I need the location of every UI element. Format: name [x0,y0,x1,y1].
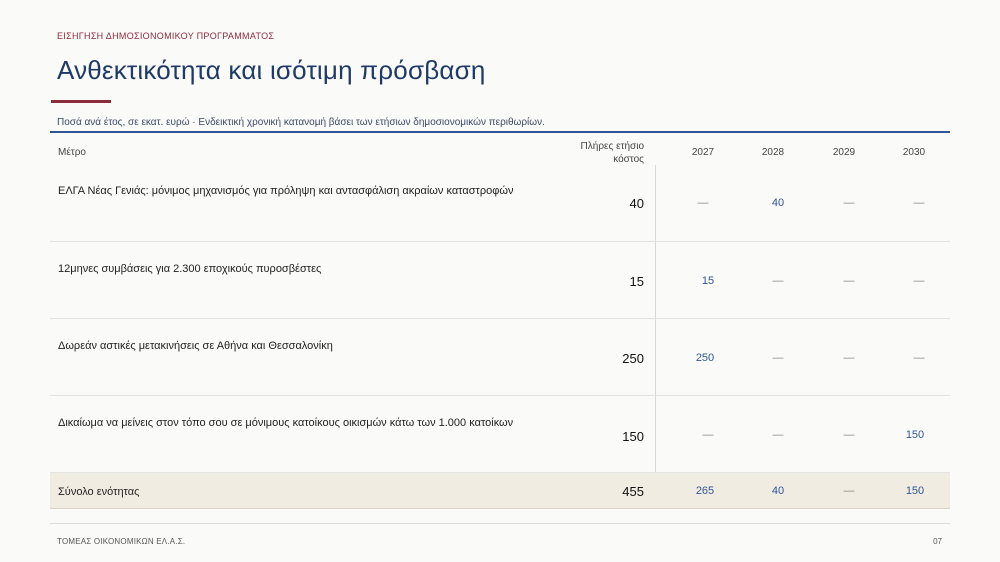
row-2028: 40 [771,197,785,209]
row-2029: — [843,429,855,441]
header-2029: 2029 [832,147,856,158]
table-row: ΕΛΓΑ Νέας Γενιάς: μόνιμος μηχανισμός για… [50,165,950,242]
header-2028: 2028 [761,147,785,158]
row-description: 12μηνες συμβάσεις για 2.300 εποχικούς πυ… [58,263,322,275]
row-2028: — [772,429,784,441]
section-eyebrow: ΕΙΣΗΓΗΣΗ ΔΗΜΟΣΙΟΝΟΜΙΚΟΥ ΠΡΟΓΡΑΜΜΑΤΟΣ [57,31,275,41]
total-label: Σύνολο ενότητας [58,486,140,498]
total-2030: 150 [905,485,925,497]
table-row: Δωρεάν αστικές μετακινήσεις σε Αθήνα και… [50,319,950,396]
row-2029: — [843,275,855,287]
row-full-cost: 40 [629,196,644,211]
total-2029: — [843,485,855,497]
row-2030: — [913,197,925,209]
footer-organization: ΤΟΜΕΑΣ ΟΙΚΟΝΟΜΙΚΩΝ ΕΛ.Α.Σ. [57,537,186,546]
page-number: 07 [933,537,942,546]
page-title: Ανθεκτικότητα και ισότιμη πρόσβαση [57,55,486,85]
table-header: Μέτρο Πλήρες ετήσιο κόστος 2027 2028 202… [50,133,950,165]
header-full-cost-line1: Πλήρες ετήσιο [580,141,644,152]
row-2027: 250 [695,352,715,364]
row-2030: 150 [905,429,925,441]
row-2029: — [843,352,855,364]
row-2029: — [843,197,855,209]
row-2027: — [697,197,709,209]
row-2028: — [772,352,784,364]
row-2028: — [772,275,784,287]
total-full-cost: 455 [622,484,644,499]
row-2027: 15 [701,275,715,287]
row-description: Δικαίωμα να μείνεις στον τόπο σου σε μόν… [58,417,514,429]
total-2028: 40 [771,485,785,497]
page-subtitle: Ποσά ανά έτος, σε εκατ. ευρώ · Ενδεικτικ… [57,117,545,128]
row-2030: — [913,352,925,364]
row-description: Δωρεάν αστικές μετακινήσεις σε Αθήνα και… [58,340,333,352]
row-2030: — [913,275,925,287]
row-full-cost: 250 [622,351,644,366]
header-2030: 2030 [902,147,926,158]
header-measure: Μέτρο [58,147,86,158]
row-2027: — [702,429,714,441]
table-row: Δικαίωμα να μείνεις στον τόπο σου σε μόν… [50,396,950,473]
row-full-cost: 15 [629,274,644,289]
row-description: ΕΛΓΑ Νέας Γενιάς: μόνιμος μηχανισμός για… [58,185,514,197]
footer-rule [50,523,950,524]
total-row: Σύνολο ενότητας 455 265 40 — 150 [50,473,950,509]
row-full-cost: 150 [622,429,644,444]
total-2027: 265 [695,485,715,497]
table-row: 12μηνες συμβάσεις για 2.300 εποχικούς πυ… [50,242,950,319]
measures-table: Μέτρο Πλήρες ετήσιο κόστος 2027 2028 202… [50,133,950,509]
header-2027: 2027 [691,147,715,158]
title-underline [51,100,111,103]
header-full-cost: Πλήρες ετήσιο κόστος [550,140,644,166]
